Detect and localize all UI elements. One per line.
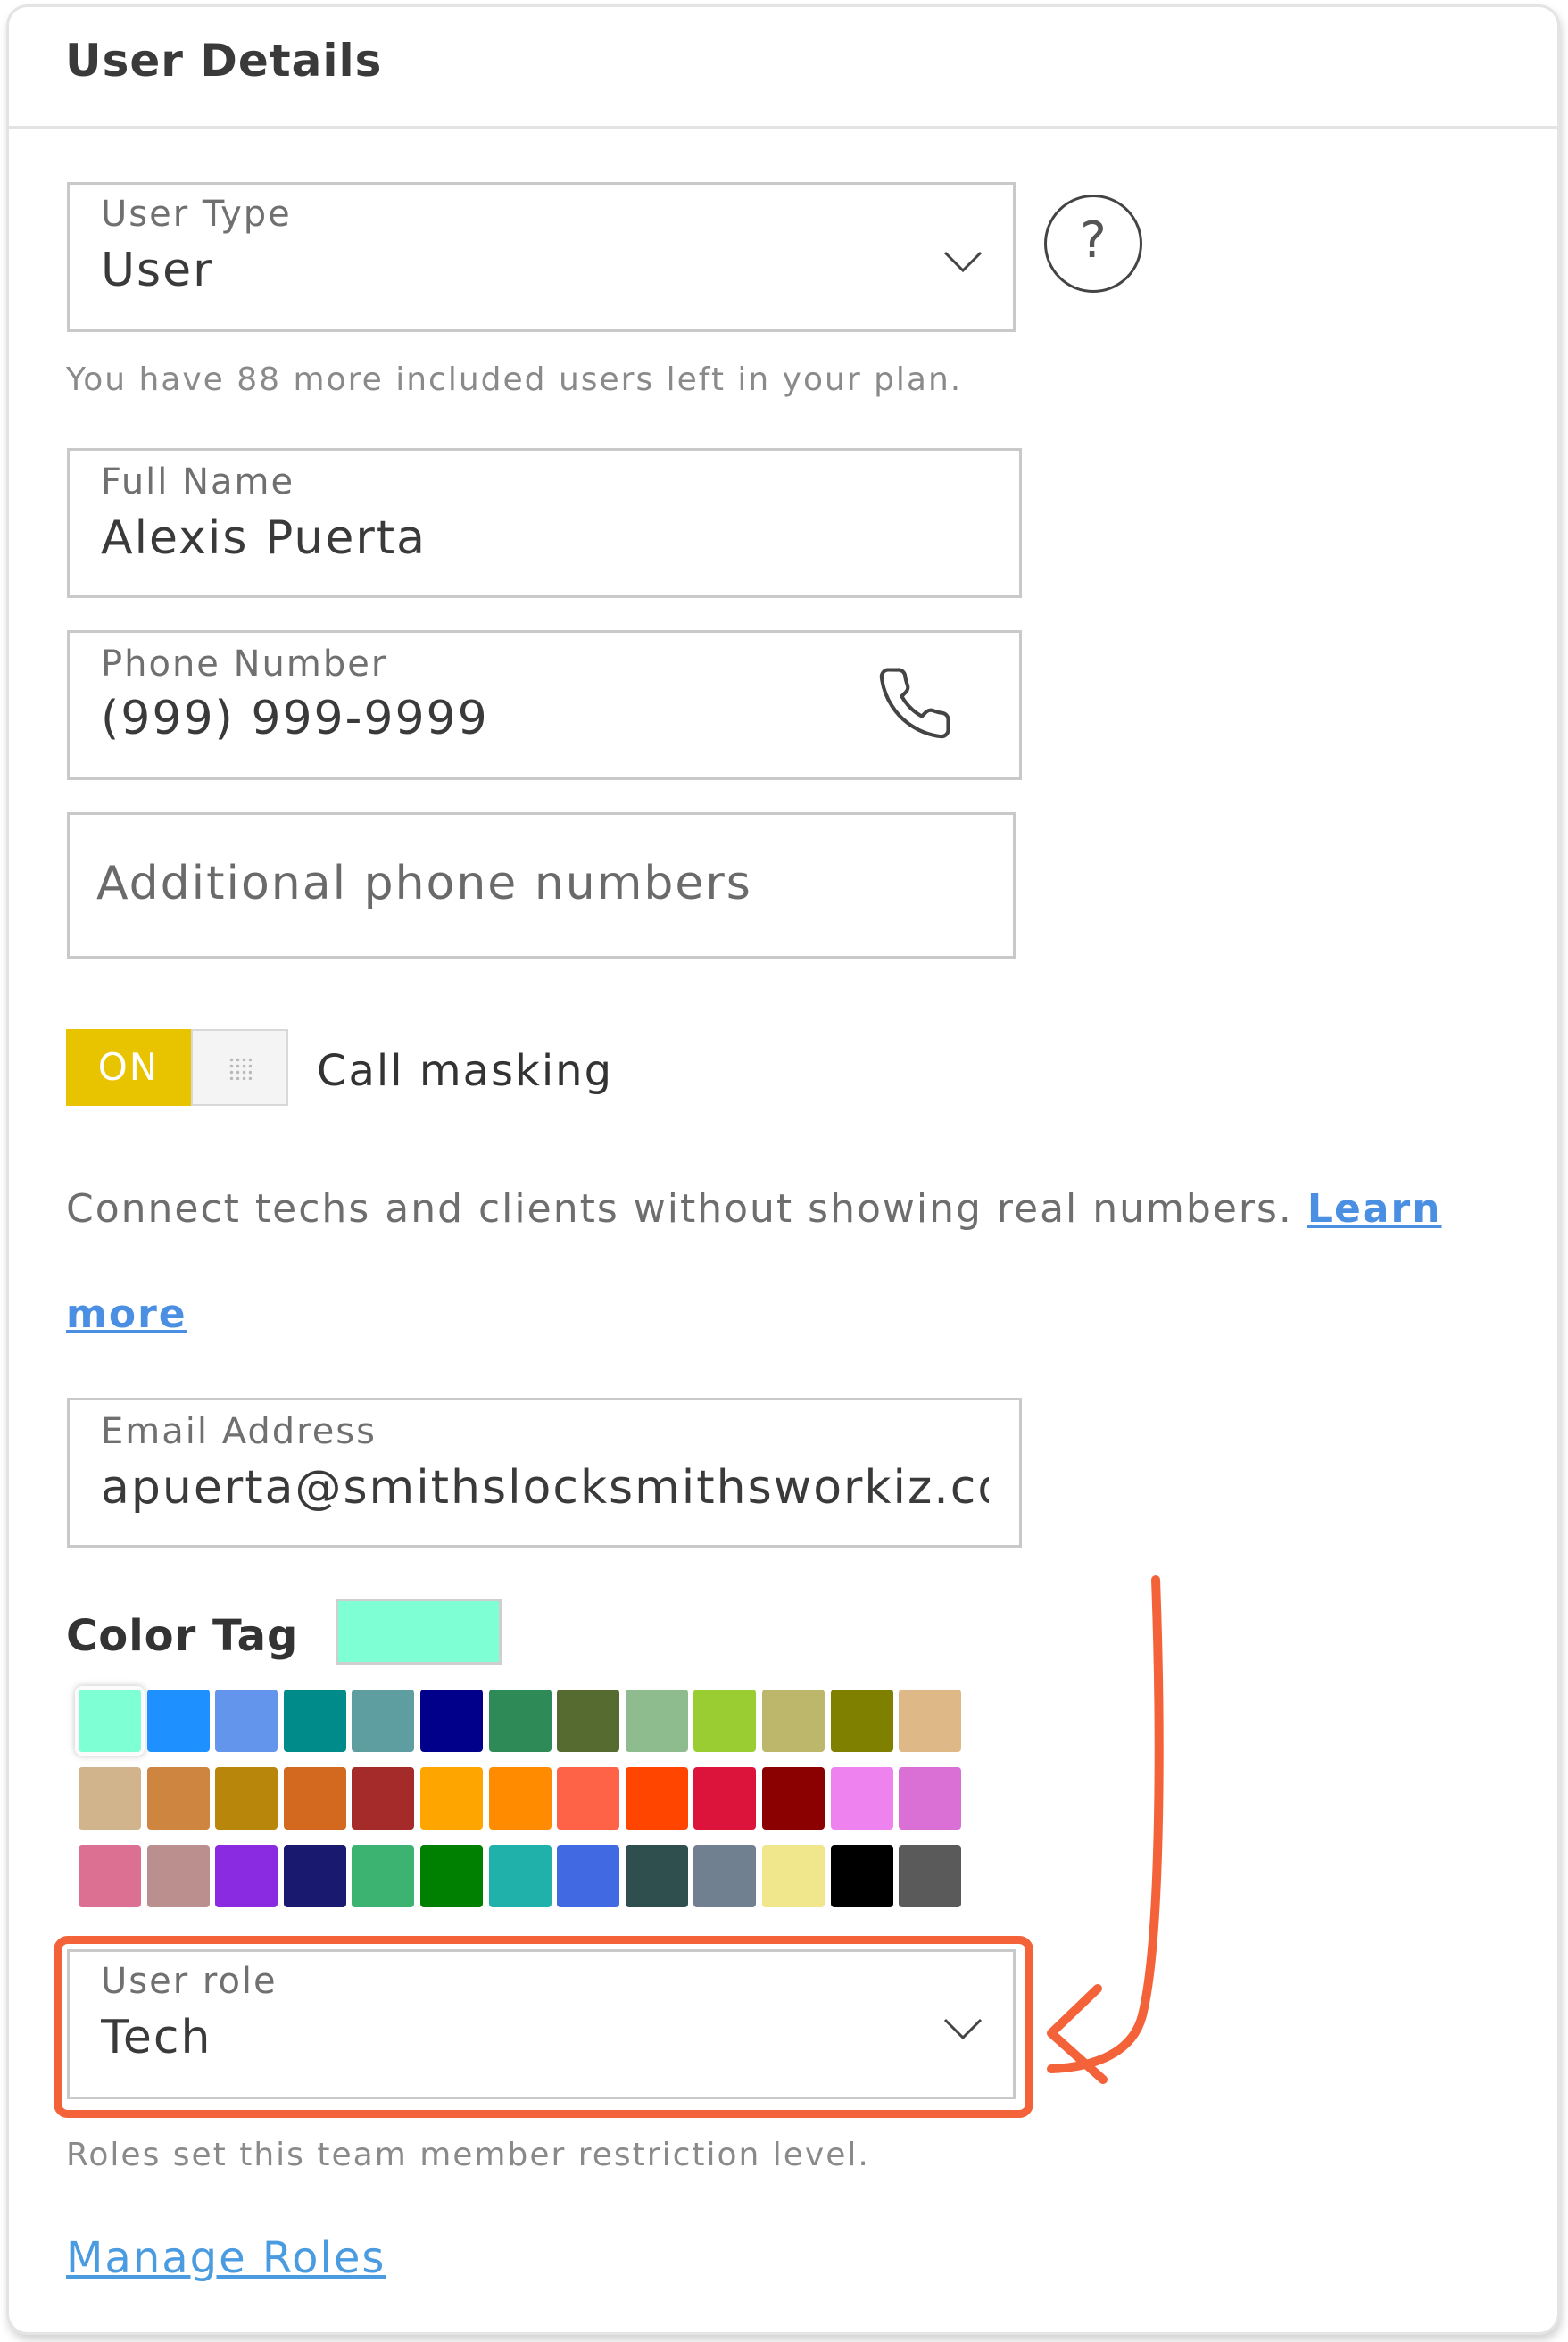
color-tag-preview xyxy=(336,1599,502,1665)
color-swatch[interactable] xyxy=(625,1767,688,1830)
color-swatch[interactable] xyxy=(899,1845,962,1907)
phone-number-value: (999) 999-9999 xyxy=(101,692,489,745)
color-swatch[interactable] xyxy=(146,1845,210,1907)
color-swatch[interactable] xyxy=(79,1690,141,1752)
color-swatch[interactable] xyxy=(488,1845,552,1907)
color-swatch[interactable] xyxy=(830,1845,893,1907)
grip-icon xyxy=(228,1057,252,1080)
question-mark-icon: ? xyxy=(1080,212,1107,270)
help-button[interactable]: ? xyxy=(1044,195,1142,293)
toggle-knob[interactable] xyxy=(191,1029,288,1106)
color-swatch[interactable] xyxy=(899,1690,962,1752)
call-masking-label: Call masking xyxy=(317,1046,614,1096)
color-swatch[interactable] xyxy=(283,1845,346,1907)
color-swatch[interactable] xyxy=(215,1767,278,1830)
color-swatch[interactable] xyxy=(215,1690,278,1752)
call-masking-description-text: Connect techs and clients without showin… xyxy=(66,1186,1293,1232)
annotation-arrow-icon xyxy=(1047,1575,1164,2084)
color-swatch[interactable] xyxy=(693,1767,757,1830)
card-header: User Details xyxy=(9,7,1557,129)
chevron-down-icon xyxy=(943,251,983,273)
color-swatch[interactable] xyxy=(420,1845,483,1907)
color-swatch[interactable] xyxy=(146,1690,210,1752)
color-swatch[interactable] xyxy=(420,1690,483,1752)
toggle-on-label: ON xyxy=(97,1045,160,1089)
additional-phones-field[interactable]: Additional phone numbers xyxy=(67,812,1016,959)
color-swatch[interactable] xyxy=(830,1767,893,1830)
color-swatch[interactable] xyxy=(899,1767,962,1830)
color-swatch[interactable] xyxy=(283,1690,346,1752)
color-swatch[interactable] xyxy=(352,1767,415,1830)
toggle-on-state: ON xyxy=(66,1029,191,1106)
color-swatch[interactable] xyxy=(488,1690,552,1752)
color-swatch[interactable] xyxy=(625,1690,688,1752)
additional-phones-placeholder: Additional phone numbers xyxy=(96,857,752,910)
user-type-value: User xyxy=(101,244,214,297)
color-swatch[interactable] xyxy=(79,1845,141,1907)
color-swatch[interactable] xyxy=(557,1845,620,1907)
color-swatch[interactable] xyxy=(488,1767,552,1830)
color-swatch[interactable] xyxy=(830,1690,893,1752)
phone-number-field[interactable]: Phone Number (999) 999-9999 xyxy=(67,630,1022,780)
color-swatch[interactable] xyxy=(557,1767,620,1830)
color-swatch[interactable] xyxy=(283,1767,346,1830)
user-role-highlight xyxy=(54,1936,1033,2118)
color-swatch[interactable] xyxy=(693,1845,757,1907)
color-swatch[interactable] xyxy=(79,1767,141,1830)
color-swatch[interactable] xyxy=(146,1767,210,1830)
user-details-card: User Details User Type User ? You have 8… xyxy=(6,4,1560,2335)
color-swatch[interactable] xyxy=(352,1690,415,1752)
color-tag-label: Color Tag xyxy=(66,1611,299,1661)
call-masking-description: Connect techs and clients without showin… xyxy=(66,1157,1458,1367)
color-swatch[interactable] xyxy=(762,1690,825,1752)
color-swatch[interactable] xyxy=(215,1845,278,1907)
email-label: Email Address xyxy=(101,1411,377,1452)
color-swatch[interactable] xyxy=(352,1845,415,1907)
color-swatch[interactable] xyxy=(420,1767,483,1830)
user-type-label: User Type xyxy=(101,194,292,235)
full-name-label: Full Name xyxy=(101,461,295,502)
color-swatch[interactable] xyxy=(625,1845,688,1907)
manage-roles-link[interactable]: Manage Roles xyxy=(66,2233,386,2283)
color-swatch[interactable] xyxy=(762,1845,825,1907)
phone-number-label: Phone Number xyxy=(101,644,388,685)
call-masking-toggle[interactable]: ON xyxy=(66,1029,288,1106)
phone-icon[interactable] xyxy=(875,663,955,743)
email-field[interactable]: Email Address apuerta@smithslocksmithswo… xyxy=(67,1398,1022,1548)
email-value: apuerta@smithslocksmithsworkiz.co xyxy=(101,1461,989,1515)
card-title: User Details xyxy=(65,35,383,87)
full-name-field[interactable]: Full Name Alexis Puerta xyxy=(67,448,1022,598)
user-type-note: You have 88 more included users left in … xyxy=(66,361,963,398)
color-swatch[interactable] xyxy=(557,1690,620,1752)
full-name-value: Alexis Puerta xyxy=(101,511,427,565)
color-swatch[interactable] xyxy=(762,1767,825,1830)
user-type-select[interactable]: User Type User xyxy=(67,182,1016,332)
user-role-note: Roles set this team member restriction l… xyxy=(66,2137,870,2173)
color-swatch[interactable] xyxy=(693,1690,757,1752)
